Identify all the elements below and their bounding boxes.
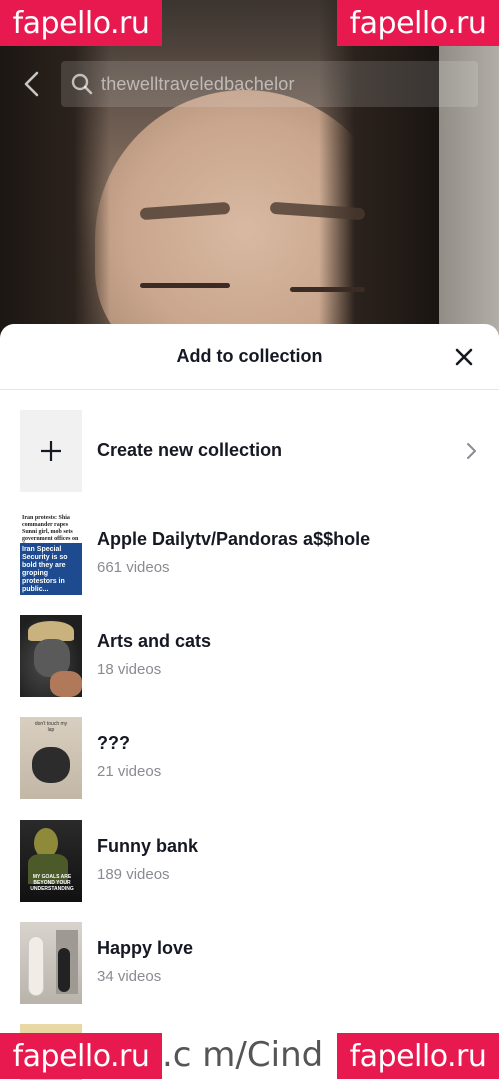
- plus-icon: [41, 441, 61, 461]
- collection-thumbnail: don't touch my lap: [20, 717, 82, 799]
- collection-thumbnail: [20, 615, 82, 697]
- eye-left: [140, 283, 230, 288]
- collection-count: 18 videos: [97, 661, 162, 678]
- collection-item[interactable]: don't touch my lap ??? 21 videos: [0, 717, 499, 799]
- chevron-left-icon: [24, 71, 39, 97]
- search-bar[interactable]: thewelltraveledbachelor: [61, 61, 478, 107]
- close-button[interactable]: [451, 344, 477, 370]
- create-thumb: [20, 410, 82, 492]
- thumbnail-hand: [50, 671, 82, 697]
- thumbnail-caption: don't touch my lap: [34, 721, 68, 733]
- thumbnail-person: [28, 936, 44, 996]
- collection-item[interactable]: Happy love 34 videos: [0, 922, 499, 1004]
- thumbnail-cat: [32, 747, 70, 783]
- chevron-right-icon: [467, 443, 476, 459]
- create-new-collection-row[interactable]: Create new collection: [0, 410, 499, 492]
- collection-count: 189 videos: [97, 866, 170, 883]
- collection-item[interactable]: MY GOALS ARE BEYOND YOUR UNDERSTANDING F…: [0, 820, 499, 902]
- collection-name: Happy love: [97, 938, 194, 958]
- watermark-bottom-right: fapello.ru: [337, 1033, 499, 1079]
- sheet-title: Add to collection: [176, 346, 323, 366]
- back-button[interactable]: [16, 66, 46, 102]
- watermark-top-right: fapello.ru: [337, 0, 499, 46]
- thumbnail-caption: Iran Special Security is so bold they ar…: [22, 546, 68, 593]
- eye-right: [290, 287, 365, 292]
- watermark-middle: .c m/Cind: [162, 1035, 324, 1075]
- collection-count: 661 videos: [97, 559, 170, 576]
- thumbnail-person: [58, 948, 70, 992]
- hair-left: [0, 0, 110, 340]
- collection-item[interactable]: Arts and cats 18 videos: [0, 615, 499, 697]
- collection-name: Arts and cats: [97, 631, 212, 651]
- search-icon: [71, 73, 93, 95]
- collection-name: ???: [97, 733, 130, 753]
- video-background: [0, 0, 499, 340]
- thumbnail-hat: [28, 621, 74, 641]
- search-query: thewelltraveledbachelor: [101, 73, 295, 94]
- collection-thumbnail: [20, 922, 82, 1004]
- collection-count: 34 videos: [97, 968, 162, 985]
- watermark-bottom-left: fapello.ru: [0, 1033, 162, 1079]
- create-new-collection-label: Create new collection: [97, 440, 283, 460]
- collection-thumbnail: Iran protests: Shia commander rapes Sunn…: [20, 513, 82, 595]
- collection-name: Funny bank: [97, 836, 199, 856]
- background-wall: [429, 0, 499, 340]
- add-to-collection-sheet: Add to collection Create new collection …: [0, 324, 499, 1080]
- thumbnail-caption: MY GOALS ARE BEYOND YOUR UNDERSTANDING: [30, 874, 74, 892]
- sheet-header: Add to collection: [0, 324, 499, 390]
- collection-thumbnail: MY GOALS ARE BEYOND YOUR UNDERSTANDING: [20, 820, 82, 902]
- collection-name: Apple Dailytv/Pandoras a$$hole: [97, 529, 371, 549]
- watermark-top-left: fapello.ru: [0, 0, 162, 46]
- close-icon: [455, 348, 473, 366]
- collection-count: 21 videos: [97, 763, 162, 780]
- collection-item[interactable]: Iran protests: Shia commander rapes Sunn…: [0, 513, 499, 595]
